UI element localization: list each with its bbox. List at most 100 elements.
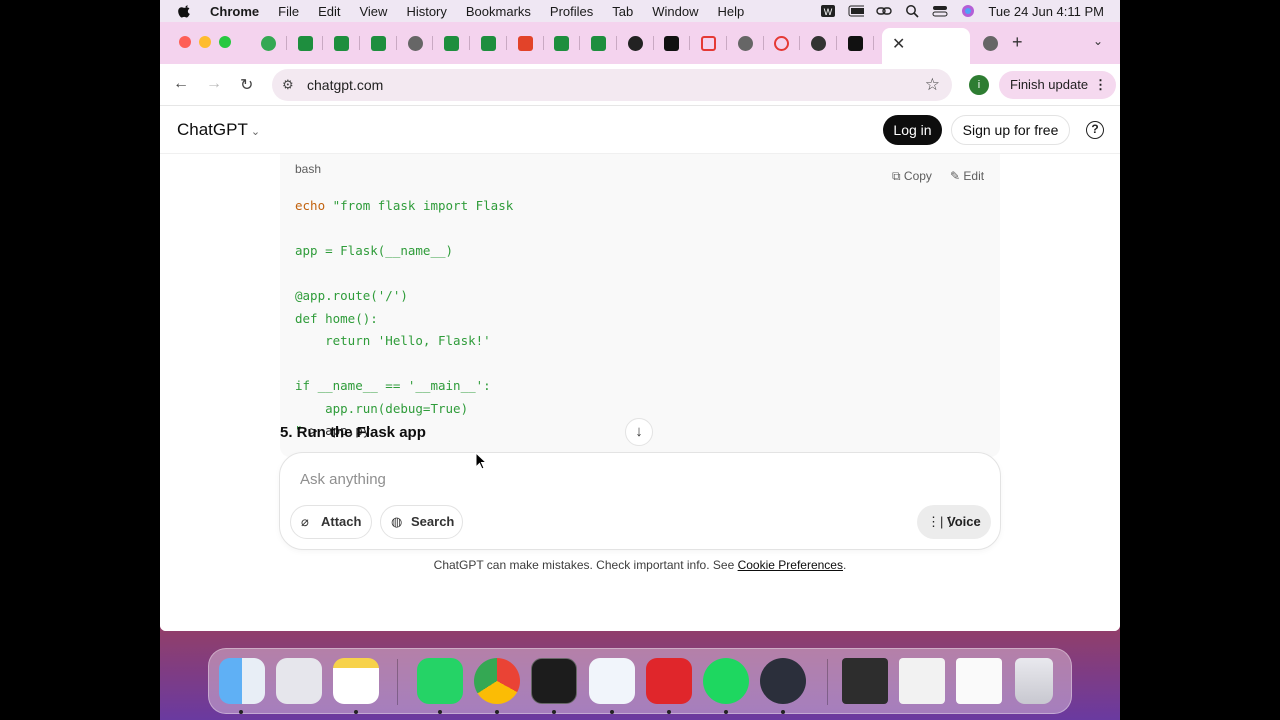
chatgpt-page: ChatGPT ⌄ Log in Sign up for free ? bash … [160, 106, 1120, 631]
back-icon[interactable]: ← [173, 75, 189, 93]
forward-icon[interactable]: → [206, 75, 222, 93]
brand-label: ChatGPT [177, 120, 248, 139]
menu-profiles[interactable]: Profiles [550, 4, 593, 19]
menu-tab[interactable]: Tab [612, 4, 633, 19]
search-icon[interactable] [904, 4, 920, 18]
window-preview[interactable] [842, 658, 888, 704]
chevron-down-icon: ⌄ [250, 126, 261, 138]
edit-code-button[interactable]: ✎ Edit [950, 169, 984, 183]
finish-update-label: Finish update [1010, 77, 1089, 92]
menu-app-name[interactable]: Chrome [210, 4, 259, 19]
clock[interactable]: Tue 24 Jun 4:11 PM [988, 4, 1104, 19]
close-window-button[interactable] [179, 36, 191, 48]
chrome-icon[interactable] [474, 658, 520, 704]
new-tab-icon[interactable]: + [1012, 32, 1023, 53]
disclaimer-end: . [842, 558, 847, 572]
terminal-icon[interactable] [531, 658, 577, 704]
tab[interactable] [690, 31, 727, 55]
attach-button[interactable]: ⌀ Attach [290, 505, 372, 539]
spotify-icon[interactable] [703, 658, 749, 704]
bookmark-star-icon[interactable]: ☆ [925, 75, 940, 95]
url-text[interactable]: chatgpt.com [307, 77, 383, 93]
step-heading: 5. Run the Flask app [280, 424, 426, 441]
chevron-down-icon[interactable]: ⌄ [1093, 34, 1103, 48]
obs-icon[interactable] [760, 658, 806, 704]
menu-help[interactable]: Help [718, 4, 745, 19]
tab[interactable] [764, 31, 801, 55]
tab[interactable] [360, 31, 397, 55]
sign-up-button[interactable]: Sign up for free [951, 115, 1070, 145]
chrome-window: ✕ + ⌄ ← → ↻ ⚙ chatgpt.com ☆ i Finish upd… [160, 22, 1120, 631]
log-in-button[interactable]: Log in [883, 115, 942, 145]
minimize-window-button[interactable] [199, 36, 211, 48]
tab[interactable] [654, 31, 691, 55]
siri-icon[interactable] [960, 4, 976, 18]
close-tab-icon[interactable]: ✕ [892, 34, 905, 54]
trash-icon[interactable] [1015, 658, 1053, 704]
wps-status-icon[interactable]: W [820, 4, 836, 18]
menu-window[interactable]: Window [652, 4, 698, 19]
menu-edit[interactable]: Edit [318, 4, 340, 19]
notes-icon[interactable] [333, 658, 379, 704]
link-icon[interactable] [876, 4, 893, 18]
tab[interactable] [507, 31, 544, 55]
paperclip-icon: ⌀ [301, 514, 309, 529]
tab[interactable] [800, 31, 837, 55]
cookie-preferences-link[interactable]: Cookie Preferences [738, 558, 843, 572]
prompt-input[interactable]: Ask anything [300, 471, 386, 488]
profile-avatar[interactable]: i [969, 75, 989, 95]
tab[interactable] [433, 31, 471, 55]
code-token: echo [295, 198, 326, 213]
copy-code-button[interactable]: ⧉ Copy [892, 169, 932, 184]
tab[interactable] [287, 31, 324, 55]
code-language-label: bash [295, 162, 322, 176]
tab[interactable] [470, 31, 507, 55]
vscode-icon[interactable] [589, 658, 635, 704]
battery-icon[interactable] [848, 4, 865, 18]
svg-text:W: W [824, 7, 833, 17]
desktop: Chrome File Edit View History Bookmarks … [160, 0, 1120, 720]
sheets-icon [554, 35, 570, 51]
window-preview[interactable] [899, 658, 945, 704]
tab[interactable] [397, 31, 434, 55]
code-token: return 'Hello, Flask!' [295, 333, 491, 348]
menu-view[interactable]: View [359, 4, 387, 19]
apple-icon[interactable] [178, 4, 192, 18]
reload-icon[interactable]: ↻ [240, 75, 253, 95]
site-info-icon[interactable]: ⚙ [282, 77, 294, 93]
control-center-icon[interactable] [932, 4, 948, 18]
copy-label: Copy [903, 169, 932, 183]
finish-update-button[interactable]: Finish update ⋮ [999, 71, 1116, 99]
scroll-down-button[interactable]: ↓ [625, 418, 653, 446]
tab[interactable] [972, 31, 1009, 55]
launchpad-icon[interactable] [276, 658, 322, 704]
menu-history[interactable]: History [406, 4, 446, 19]
sheets-icon [297, 35, 313, 51]
menu-file[interactable]: File [278, 4, 299, 19]
menu-bookmarks[interactable]: Bookmarks [466, 4, 531, 19]
window-preview[interactable] [956, 658, 1002, 704]
whatsapp-icon[interactable] [417, 658, 463, 704]
tab[interactable] [544, 31, 581, 55]
sheets-icon [334, 35, 350, 51]
tab-active[interactable]: ✕ [882, 28, 970, 64]
finder-icon[interactable] [219, 658, 265, 704]
zoom-window-button[interactable] [219, 36, 231, 48]
tab[interactable] [837, 31, 874, 55]
model-switcher[interactable]: ChatGPT ⌄ [177, 120, 260, 140]
address-bar[interactable]: ⚙ chatgpt.com ☆ [272, 69, 952, 101]
tab[interactable] [323, 31, 361, 55]
more-menu-icon[interactable]: ⋮ [1094, 71, 1107, 99]
voice-button[interactable]: ⋮|⋮ Voice [917, 505, 991, 539]
tab[interactable] [250, 31, 287, 55]
wps-office-icon[interactable] [646, 658, 692, 704]
code-line: @app.route('/') [295, 285, 513, 308]
tab[interactable] [617, 31, 654, 55]
tab[interactable] [580, 31, 617, 55]
gitlab-icon [517, 35, 533, 51]
search-button[interactable]: ◍ Search [380, 505, 463, 539]
tab[interactable] [727, 31, 764, 55]
globe-icon [407, 35, 423, 51]
help-icon[interactable]: ? [1086, 121, 1104, 139]
